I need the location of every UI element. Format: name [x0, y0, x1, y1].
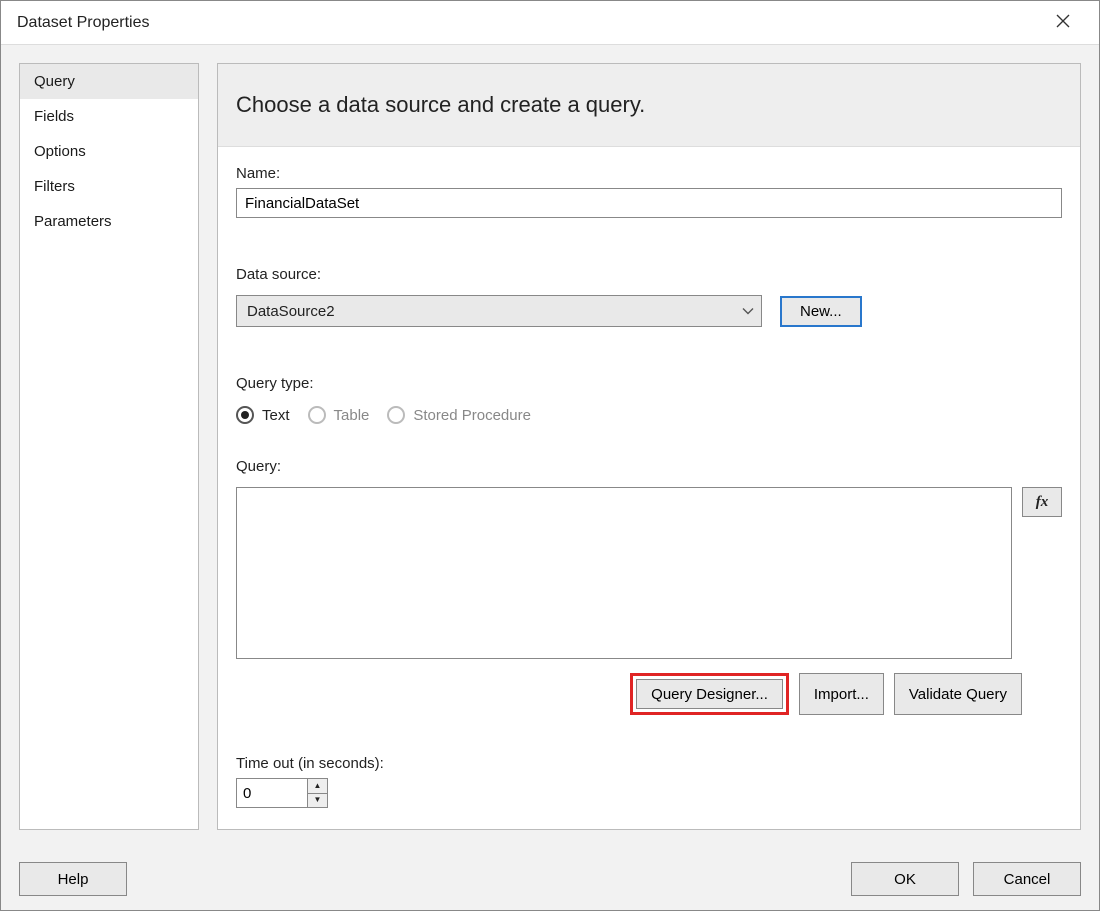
radio-label: Table	[334, 407, 370, 424]
button-label: OK	[894, 871, 916, 888]
import-button[interactable]: Import...	[799, 673, 884, 715]
radio-label: Stored Procedure	[413, 407, 531, 424]
radio-icon	[387, 406, 405, 424]
sidebar-item-filters[interactable]: Filters	[20, 169, 198, 204]
timeout-input[interactable]	[237, 779, 307, 807]
footer: Help OK Cancel	[1, 848, 1099, 910]
titlebar: Dataset Properties	[1, 1, 1099, 45]
ok-button[interactable]: OK	[851, 862, 959, 896]
timeout-label: Time out (in seconds):	[236, 755, 1062, 772]
highlight-box: Query Designer...	[630, 673, 789, 715]
window-title: Dataset Properties	[17, 14, 150, 32]
datasource-label: Data source:	[236, 266, 1062, 283]
querytype-text[interactable]: Text	[236, 406, 290, 424]
spinner-up-button[interactable]: ▲	[308, 779, 327, 794]
sidebar: Query Fields Options Filters Parameters	[19, 63, 199, 830]
fx-icon: fx	[1036, 494, 1049, 511]
help-button[interactable]: Help	[19, 862, 127, 896]
query-label: Query:	[236, 458, 1062, 475]
timeout-section: Time out (in seconds): ▲ ▼	[236, 751, 1062, 808]
radio-label: Text	[262, 407, 290, 424]
footer-right: OK Cancel	[851, 862, 1081, 896]
datasource-row: DataSource2 New...	[236, 295, 1062, 327]
query-buttons-row: Query Designer... Import... Validate Que…	[236, 673, 1022, 715]
spinner-down-icon: ▼	[314, 796, 322, 804]
query-textarea[interactable]	[236, 487, 1012, 659]
sidebar-item-label: Query	[34, 73, 75, 90]
name-input[interactable]	[236, 188, 1062, 218]
button-label: Help	[58, 871, 89, 888]
sidebar-item-label: Fields	[34, 108, 74, 125]
timeout-spinner[interactable]: ▲ ▼	[236, 778, 328, 808]
button-label: Query Designer...	[651, 686, 768, 703]
querytype-storedproc: Stored Procedure	[387, 406, 531, 424]
expression-button[interactable]: fx	[1022, 487, 1062, 517]
main-content: Name: Data source: DataSource2 New...	[218, 147, 1080, 829]
spinner-buttons: ▲ ▼	[307, 779, 327, 807]
close-button[interactable]	[1043, 8, 1083, 38]
radio-icon	[308, 406, 326, 424]
body-area: Query Fields Options Filters Parameters …	[1, 45, 1099, 848]
spinner-up-icon: ▲	[314, 782, 322, 790]
sidebar-item-label: Parameters	[34, 213, 112, 230]
dialog-window: Dataset Properties Query Fields Options …	[0, 0, 1100, 911]
cancel-button[interactable]: Cancel	[973, 862, 1081, 896]
query-designer-button[interactable]: Query Designer...	[636, 679, 783, 709]
main-panel: Choose a data source and create a query.…	[217, 63, 1081, 830]
sidebar-item-query[interactable]: Query	[20, 64, 198, 99]
new-button-label: New...	[800, 303, 842, 320]
querytype-table: Table	[308, 406, 370, 424]
querytype-row: Text Table Stored Procedure	[236, 406, 1062, 424]
query-row: fx	[236, 487, 1062, 659]
datasource-select[interactable]: DataSource2	[236, 295, 762, 327]
button-label: Cancel	[1004, 871, 1051, 888]
main-heading: Choose a data source and create a query.	[218, 64, 1080, 147]
sidebar-item-fields[interactable]: Fields	[20, 99, 198, 134]
name-label: Name:	[236, 165, 1062, 182]
new-datasource-button[interactable]: New...	[780, 296, 862, 327]
radio-icon	[236, 406, 254, 424]
sidebar-item-label: Filters	[34, 178, 75, 195]
spinner-down-button[interactable]: ▼	[308, 794, 327, 808]
button-label: Validate Query	[909, 686, 1007, 703]
datasource-value: DataSource2	[247, 303, 335, 320]
sidebar-item-options[interactable]: Options	[20, 134, 198, 169]
querytype-label: Query type:	[236, 375, 1062, 392]
close-icon	[1056, 14, 1070, 32]
sidebar-item-label: Options	[34, 143, 86, 160]
sidebar-item-parameters[interactable]: Parameters	[20, 204, 198, 239]
validate-query-button[interactable]: Validate Query	[894, 673, 1022, 715]
button-label: Import...	[814, 686, 869, 703]
